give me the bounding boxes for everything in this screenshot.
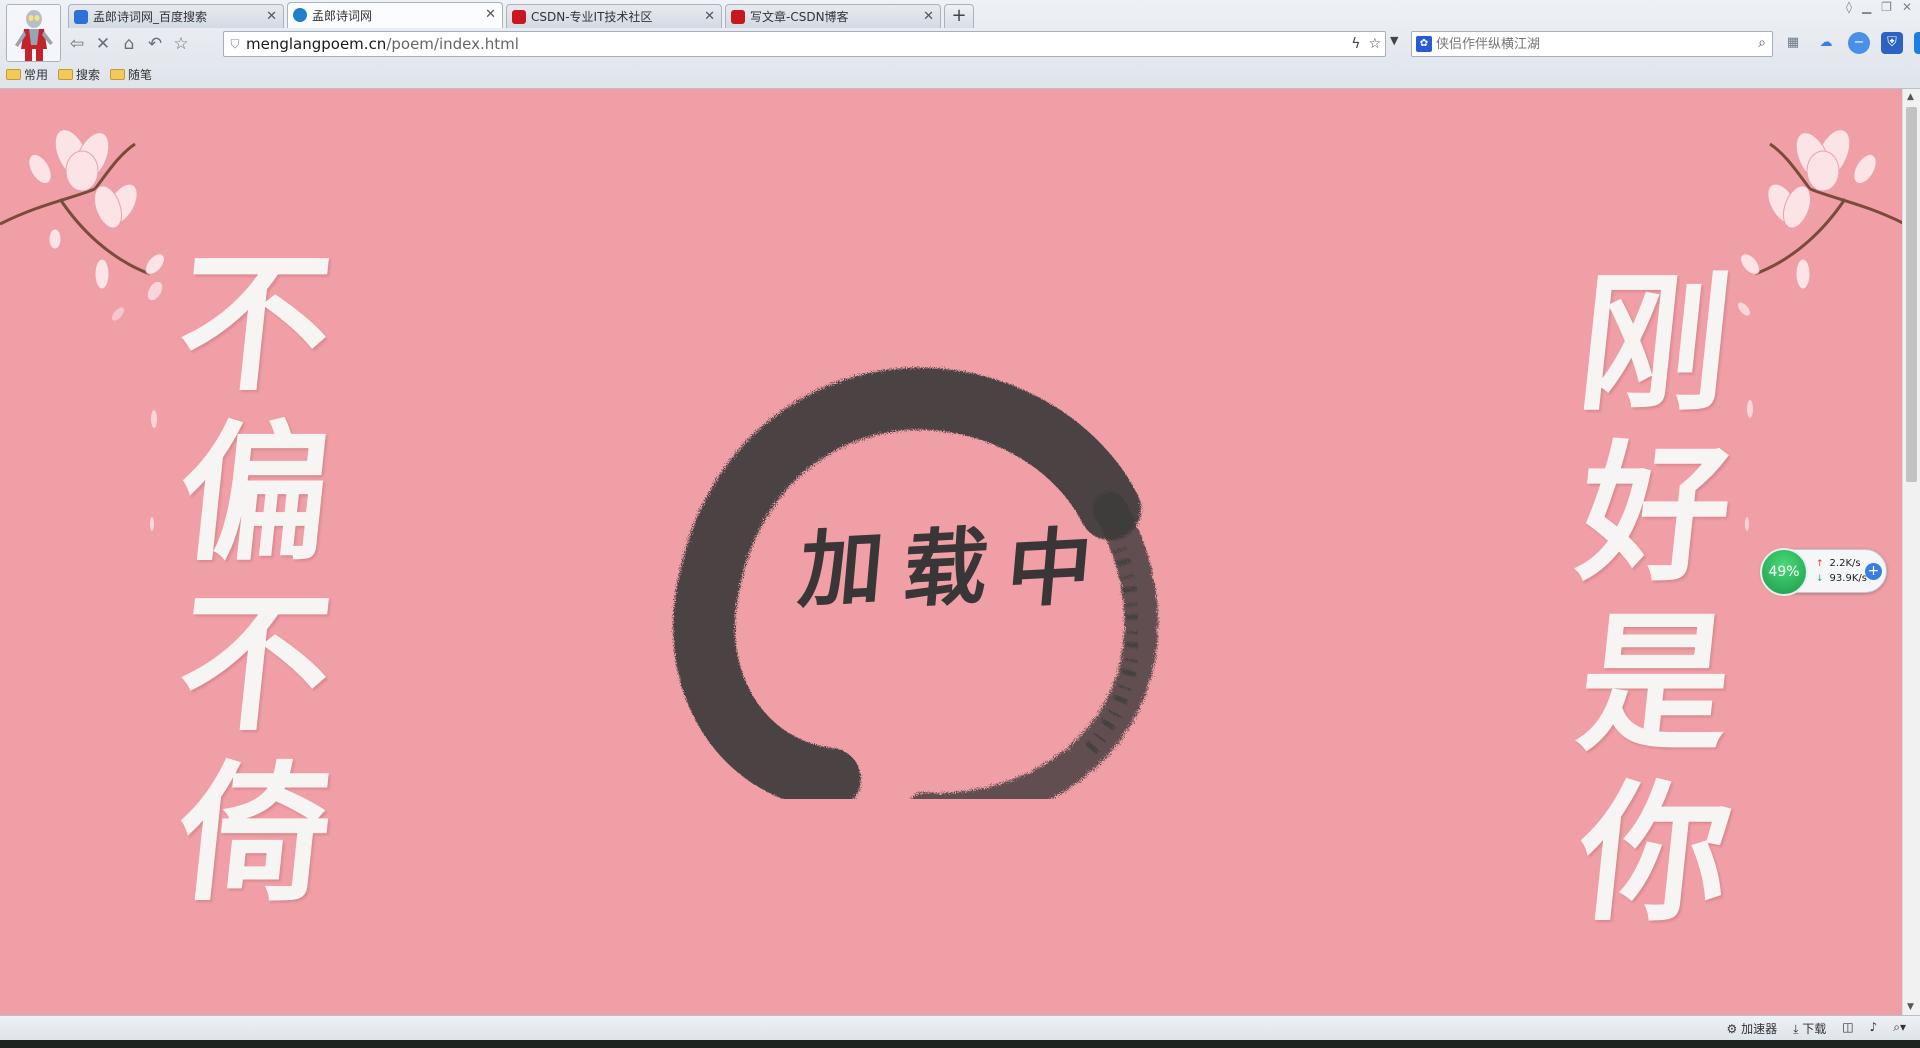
globe-icon	[293, 8, 307, 22]
tab-baidu-search[interactable]: 孟郎诗词网_百度搜索 ✕	[68, 4, 284, 28]
security-shield-icon: ⛉	[230, 36, 240, 51]
screenshot-icon[interactable]: ◫	[1842, 1020, 1853, 1037]
status-bar: ⚙ 加速器 ⤓ 下载 ◫ ♪ ⌕▾	[0, 1015, 1920, 1040]
download-speed: ↓ 93.9K/s	[1816, 573, 1867, 584]
adblock-icon[interactable]: −	[1848, 32, 1870, 54]
csdn-icon	[731, 10, 745, 24]
stop-button[interactable]: ✕	[90, 32, 116, 56]
vertical-scrollbar[interactable]: ▲ ▼	[1902, 89, 1920, 1015]
tab-csdn-write[interactable]: 写文章-CSDN博客 ✕	[725, 4, 941, 28]
download-button[interactable]: ⤓ 下载	[1793, 1020, 1826, 1037]
tab-label: 孟郎诗词网	[312, 9, 373, 23]
bookmark-folder-search[interactable]: 搜索	[58, 66, 100, 83]
shield-blue-icon[interactable]: ◈	[1914, 32, 1920, 54]
tab-menglang-poem[interactable]: 孟郎诗词网 ✕	[287, 2, 503, 28]
poem-char: 不	[170, 576, 340, 752]
taskbar	[0, 1040, 1920, 1048]
tab-csdn-home[interactable]: CSDN-专业IT技术社区 ✕	[506, 4, 722, 28]
tab-close-icon[interactable]: ✕	[923, 9, 934, 24]
address-bar[interactable]: ⛉ menglangpoem.cn/poem/index.html ϟ ☆	[223, 31, 1386, 57]
magnolia-branch-right-icon	[1740, 129, 1902, 290]
search-box[interactable]: ✿ ⌕	[1411, 31, 1773, 57]
network-speed-widget[interactable]: 49% ↑ 2.2K/s ↓ 93.9K/s +	[1760, 548, 1887, 596]
bookmarks-bar: 常用 搜索 随笔	[6, 66, 152, 83]
poem-char: 好	[1570, 426, 1740, 602]
scroll-down-arrow-icon[interactable]: ▼	[1907, 1002, 1914, 1012]
page-content: 不 偏 不 倚 刚 好 是 你 加载中 49% ↑ 2.2K/s ↓ 93.9K/s…	[0, 89, 1902, 1015]
poem-char: 倚	[170, 746, 340, 922]
undo-close-button[interactable]: ↶	[142, 32, 168, 56]
search-input[interactable]	[1436, 36, 1736, 52]
search-icon[interactable]: ⌕	[1758, 35, 1766, 51]
poem-right-column: 刚 好 是 你	[1555, 256, 1755, 942]
bookmark-star-icon[interactable]: ☆	[1368, 36, 1381, 52]
bookmark-folder-common[interactable]: 常用	[6, 66, 48, 83]
baidu-paw-icon	[74, 10, 88, 24]
poem-char: 刚	[1570, 256, 1740, 432]
poem-char: 不	[170, 236, 340, 412]
cloud-icon[interactable]: ☁	[1815, 32, 1837, 54]
baidu-engine-icon[interactable]: ✿	[1416, 36, 1432, 52]
accelerator-button[interactable]: ⚙ 加速器	[1727, 1020, 1778, 1037]
scroll-thumb[interactable]	[1906, 107, 1917, 482]
upload-arrow-icon: ↑	[1816, 559, 1824, 569]
user-avatar[interactable]	[6, 4, 61, 62]
zoom-icon[interactable]: ⌕▾	[1893, 1020, 1906, 1037]
poem-char: 你	[1570, 766, 1740, 942]
poem-char: 偏	[170, 406, 340, 582]
nav-toolbar: ⇦ ✕ ⌂ ↶ ☆ ⛉ menglangpoem.cn/poem/index.h…	[64, 30, 1920, 58]
favorite-star-button[interactable]: ☆	[168, 32, 194, 56]
tab-label: 写文章-CSDN博客	[750, 10, 849, 24]
minimize-button[interactable]: ▁	[1862, 0, 1871, 14]
browser-chrome: 孟郎诗词网_百度搜索 ✕ 孟郎诗词网 ✕ CSDN-专业IT技术社区 ✕ 写文章…	[0, 0, 1920, 89]
tab-close-icon[interactable]: ✕	[266, 9, 277, 24]
scroll-up-arrow-icon[interactable]: ▲	[1907, 92, 1914, 102]
address-dropdown-icon[interactable]: ▼	[1390, 34, 1398, 47]
url-text[interactable]: menglangpoem.cn/poem/index.html	[246, 35, 519, 53]
upload-speed: ↑ 2.2K/s	[1816, 558, 1861, 569]
new-tab-button[interactable]: +	[944, 4, 974, 28]
download-arrow-icon: ↓	[1816, 574, 1824, 584]
folder-icon	[6, 69, 21, 80]
memory-usage-ball[interactable]: 49%	[1760, 548, 1808, 596]
poem-char: 是	[1570, 596, 1740, 772]
csdn-icon	[512, 10, 526, 24]
tab-label: 孟郎诗词网_百度搜索	[93, 10, 208, 24]
tab-close-icon[interactable]: ✕	[485, 7, 496, 22]
home-button[interactable]: ⌂	[116, 32, 142, 56]
lightning-icon[interactable]: ϟ	[1351, 36, 1360, 52]
speaker-icon[interactable]: ♪	[1870, 1020, 1878, 1037]
extension-bar: ▦ ☁ − ⛨ ◈ ⚒	[1782, 32, 1920, 54]
window-controls: ◊ ▁ ❐ ✕	[1846, 0, 1912, 14]
bookmark-folder-notes[interactable]: 随笔	[110, 66, 152, 83]
close-window-button[interactable]: ✕	[1902, 0, 1912, 14]
loading-text: 加载中	[794, 515, 1117, 620]
folder-icon	[58, 69, 74, 80]
tab-strip: 孟郎诗词网_百度搜索 ✕ 孟郎诗词网 ✕ CSDN-专业IT技术社区 ✕ 写文章…	[68, 2, 974, 28]
skin-icon[interactable]: ◊	[1846, 0, 1852, 14]
poem-left-column: 不 偏 不 倚	[155, 236, 355, 922]
grid-apps-icon[interactable]: ▦	[1782, 32, 1804, 54]
ultraman-avatar-icon	[7, 5, 60, 61]
security-guard-icon[interactable]: ⛨	[1881, 32, 1903, 54]
tab-close-icon[interactable]: ✕	[704, 9, 715, 24]
accelerate-plus-button[interactable]: +	[1865, 563, 1882, 580]
tab-label: CSDN-专业IT技术社区	[531, 10, 653, 24]
restore-button[interactable]: ❐	[1881, 0, 1892, 14]
folder-icon	[110, 69, 126, 80]
back-button[interactable]: ⇦	[64, 32, 90, 56]
